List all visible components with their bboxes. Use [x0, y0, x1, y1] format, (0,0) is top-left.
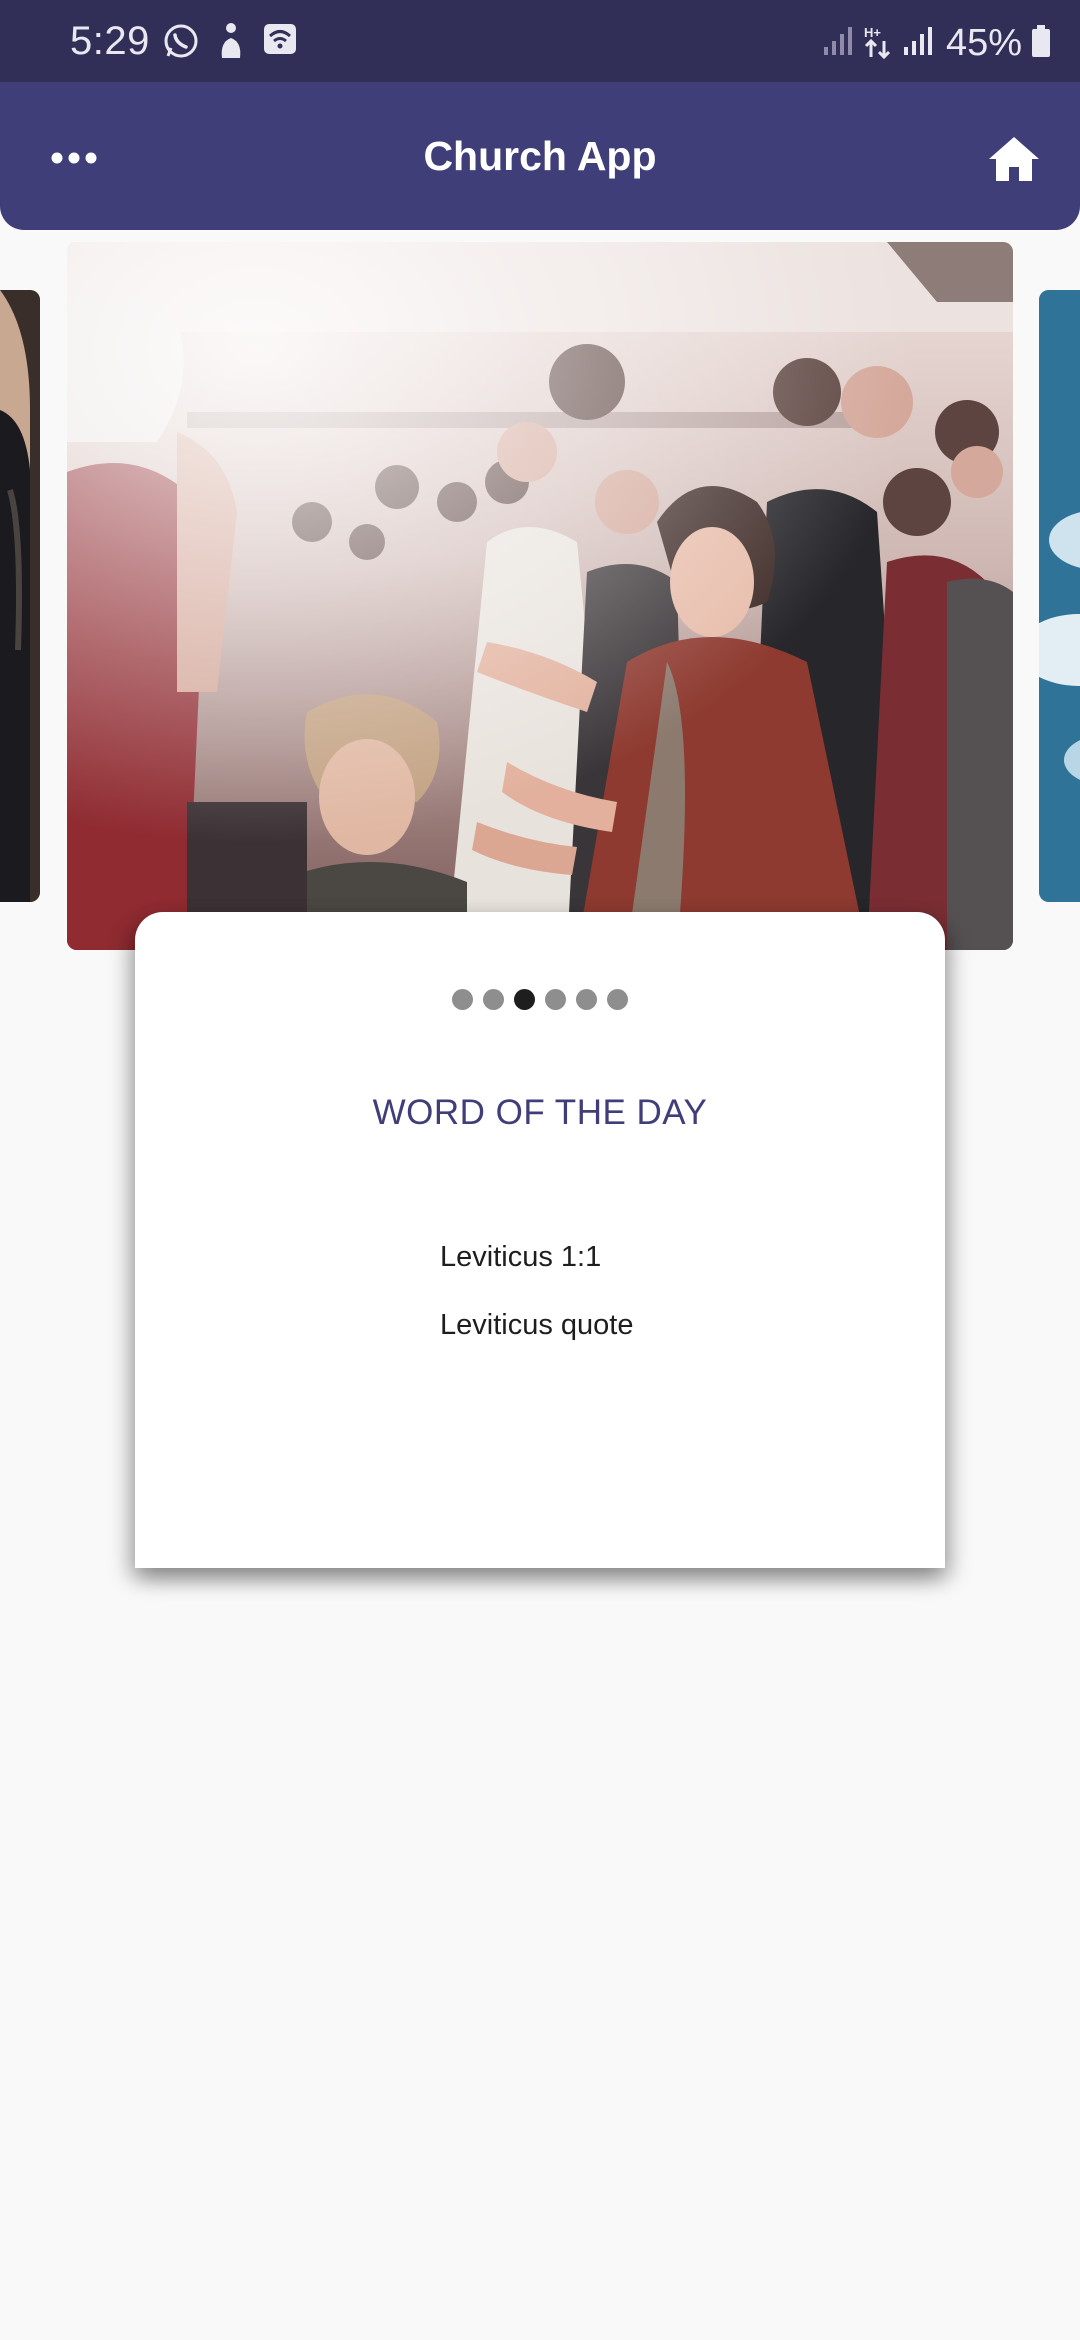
- wifi-hotspot-icon: [262, 22, 298, 65]
- whatsapp-icon: [162, 22, 200, 65]
- status-icons-left: [162, 22, 298, 65]
- carousel-slide-previous[interactable]: [0, 290, 40, 902]
- word-of-the-day-card: WORD OF THE DAY Leviticus 1:1 Leviticus …: [135, 912, 945, 1568]
- carousel-dot[interactable]: [607, 989, 628, 1010]
- svg-text:H+: H+: [864, 25, 881, 40]
- app-bar: Church App: [0, 82, 1080, 230]
- status-icons-right: H+ 45%: [822, 20, 1052, 66]
- carousel-dot[interactable]: [483, 989, 504, 1010]
- verse-reference: Leviticus 1:1: [440, 1241, 602, 1273]
- image-carousel[interactable]: [0, 230, 1080, 970]
- carousel-dot[interactable]: [576, 989, 597, 1010]
- carousel-dot[interactable]: [545, 989, 566, 1010]
- status-bar: 5:29 H+ 45%: [0, 0, 1080, 82]
- carousel-indicator: [135, 989, 945, 1010]
- signal-icon: [902, 25, 934, 62]
- card-heading: WORD OF THE DAY: [372, 1093, 708, 1132]
- status-time: 5:29: [70, 19, 150, 63]
- data-arrows-icon: H+: [862, 23, 894, 64]
- carousel-dot-active[interactable]: [514, 989, 535, 1010]
- carousel-slide-next[interactable]: [1039, 290, 1080, 902]
- home-icon: [987, 135, 1041, 188]
- carousel-dot[interactable]: [452, 989, 473, 1010]
- battery-icon: [1030, 24, 1052, 63]
- battery-percent: 45%: [945, 22, 1022, 64]
- verse-quote: Leviticus quote: [440, 1309, 634, 1341]
- accessibility-icon: [214, 22, 248, 65]
- signal-icon: [822, 25, 854, 62]
- page-title: Church App: [423, 133, 657, 179]
- home-button[interactable]: [978, 126, 1050, 196]
- congregation-worship-photo[interactable]: [67, 242, 1013, 950]
